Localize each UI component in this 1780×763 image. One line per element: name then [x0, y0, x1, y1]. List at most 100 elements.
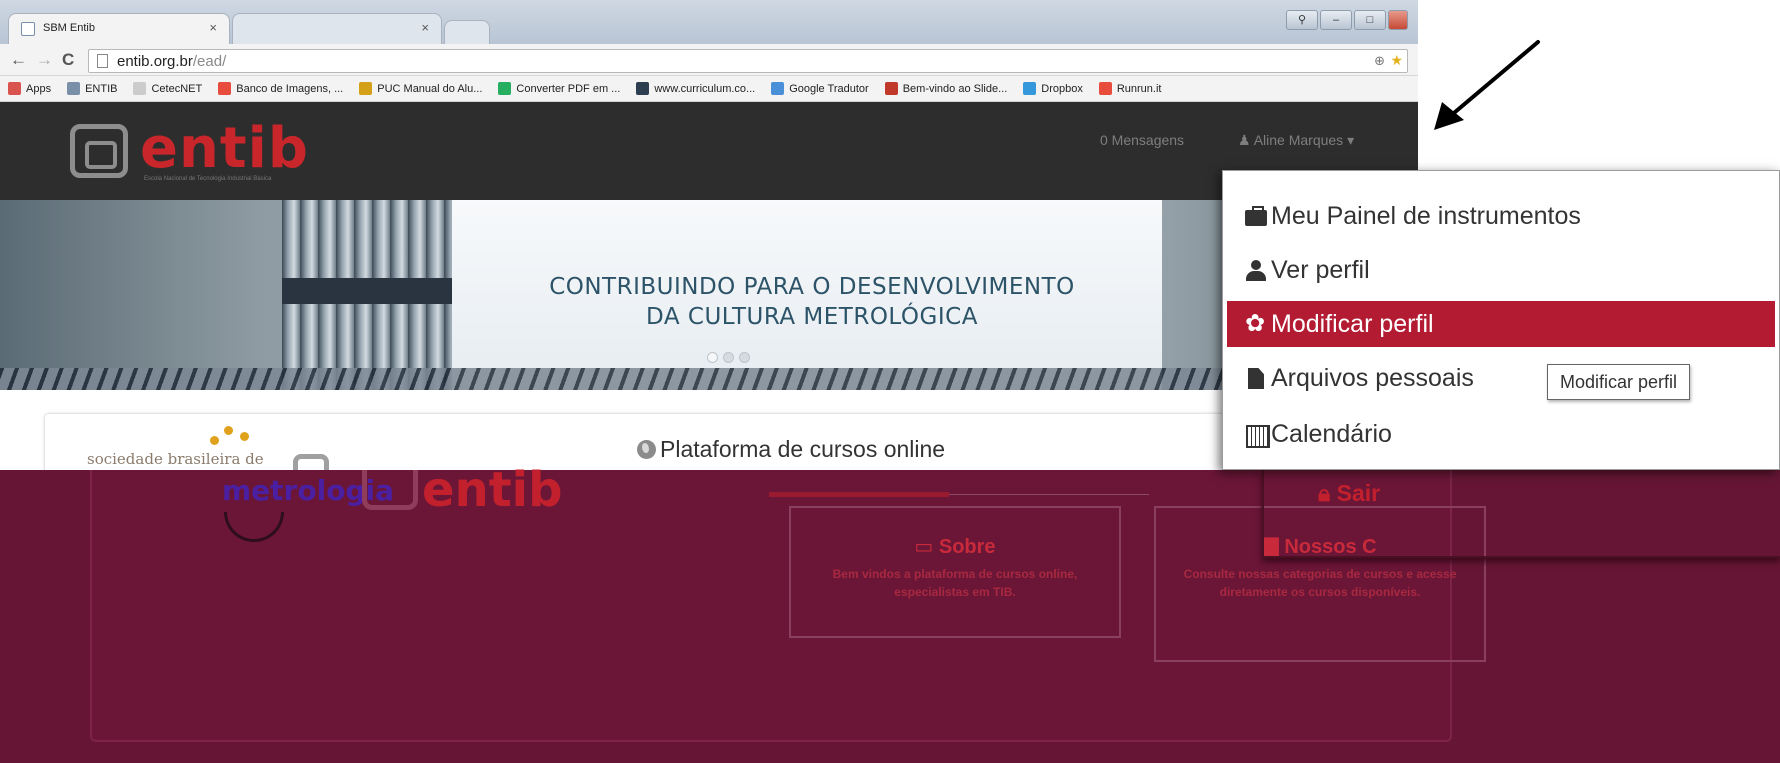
bookmark-favicon-icon [218, 82, 232, 95]
menu-item-calendar[interactable]: Calendário [1227, 411, 1775, 457]
bookmark-label: www.curriculum.co... [654, 82, 756, 95]
bookmark-favicon-icon [884, 82, 898, 95]
new-tab-button[interactable] [444, 20, 490, 44]
file-icon [1245, 368, 1267, 388]
tab-strip: SBM Entib × × ⚲ – □ [0, 0, 1418, 44]
bookmark-item[interactable]: ENTIB [67, 82, 117, 95]
menu-item-label: Modificar perfil [1271, 310, 1434, 338]
url-host: entib.org.br [117, 53, 193, 70]
menu-item-dashboard[interactable]: Meu Painel de instrumentos [1227, 193, 1775, 239]
bookmark-item[interactable]: PUC Manual do Alu... [359, 82, 482, 95]
bookmark-item[interactable]: Converter PDF em ... [498, 82, 620, 95]
bookmark-item[interactable]: Dropbox [1023, 82, 1083, 95]
site-header: entib Escola Nacional de Tecnologia Indu… [0, 102, 1418, 200]
menu-item-label: Calendário [1271, 420, 1392, 448]
minimize-button[interactable]: – [1320, 10, 1352, 30]
entib-logo-text: entib [140, 116, 309, 181]
user-icon: ♟ [1238, 132, 1251, 148]
briefcase-icon [1245, 206, 1267, 226]
bookmark-label: Bem-vindo ao Slide... [902, 82, 1008, 95]
back-arrow-icon[interactable]: ← [10, 50, 27, 70]
panel-entib-logo-mark [362, 470, 418, 510]
bookmark-star-icon[interactable]: ★ [1390, 52, 1403, 69]
bookmark-favicon-icon [8, 82, 21, 95]
caliper-image [282, 200, 452, 390]
about-box[interactable]: ▭ Sobre Bem vindos a plataforma de curso… [789, 506, 1121, 638]
bookmark-item[interactable]: Google Tradutor [771, 82, 869, 95]
entib-logo[interactable]: entib Escola Nacional de Tecnologia Indu… [70, 116, 330, 184]
obscured-lower-area: metrologia entib ▭ Sobre Bem vindos a pl… [0, 462, 1780, 763]
annotation-arrow [1434, 40, 1540, 130]
monitor-icon: ▭ [914, 536, 939, 558]
close-window-button[interactable] [1388, 10, 1408, 30]
bookmark-label: Banco de Imagens, ... [236, 82, 344, 95]
lower-panel: metrologia entib ▭ Sobre Bem vindos a pl… [90, 462, 1486, 742]
about-box-desc: Bem vindos a plataforma de cursos online… [832, 567, 1078, 599]
platform-title-text: Plataforma de cursos online [660, 436, 946, 462]
tab-close-icon[interactable]: × [209, 20, 217, 35]
bookmark-item[interactable]: www.curriculum.co... [636, 82, 755, 95]
entib-logo-tagline: Escola Nacional de Tecnologia Industrial… [144, 176, 272, 182]
bookmark-favicon-icon [67, 82, 81, 95]
platform-title: Plataforma de cursos online [637, 436, 945, 463]
url-path: /ead/ [192, 53, 227, 70]
bookmark-label: Runrun.it [1116, 82, 1162, 95]
menu-item-edit-profile[interactable]: ✿ Modificar perfil [1227, 301, 1775, 347]
bookmark-favicon-icon [771, 82, 785, 95]
caret-down-icon: ▾ [1347, 132, 1355, 148]
address-bar[interactable]: entib.org.br/ead/ ⊕ ★ [88, 49, 1408, 73]
tab-second[interactable]: × [232, 13, 442, 44]
forward-arrow-icon[interactable]: → [36, 50, 53, 70]
bookmark-label: Converter PDF em ... [516, 82, 621, 95]
bookmark-item[interactable]: Runrun.it [1098, 82, 1162, 95]
page-icon [97, 54, 108, 68]
maximize-button[interactable]: □ [1354, 10, 1386, 30]
bookmark-item[interactable]: Banco de Imagens, ... [218, 82, 343, 95]
calendar-icon [1245, 424, 1270, 448]
hero-title-line1: CONTRIBUINDO PARA O DESENVOLVIMENTO [549, 274, 1075, 300]
courses-box-desc: Consulte nossas categorias de cursos e a… [1183, 567, 1457, 599]
menu-item-personal-files[interactable]: Arquivos pessoais [1227, 355, 1775, 401]
browser-toolbar: ← → C entib.org.br/ead/ ⊕ ★ [0, 44, 1418, 76]
zoom-icon[interactable]: ⊕ [1374, 53, 1385, 69]
user-menu-toggle[interactable]: ♟ Aline Marques ▾ [1238, 132, 1354, 149]
hero-slide: CONTRIBUINDO PARA O DESENVOLVIMENTO DA C… [282, 200, 1162, 390]
bookmark-label: Google Tradutor [789, 82, 869, 95]
bookmark-favicon-icon [359, 82, 373, 95]
logout-item[interactable]: 🔒︎ Sair [1318, 480, 1380, 507]
title-underline [769, 492, 949, 497]
reload-icon[interactable]: C [62, 50, 74, 70]
messages-link[interactable]: 0 Mensagens [1100, 132, 1184, 148]
lock-icon: 🔒︎ [1318, 480, 1337, 506]
bookmark-favicon-icon [1023, 82, 1037, 95]
bookmark-favicon-icon [498, 82, 512, 95]
bookmark-favicon-icon [133, 82, 147, 95]
sbm-logo-swirl [224, 512, 284, 542]
tab-close-icon[interactable]: × [421, 20, 429, 35]
bookmark-item[interactable]: Bem-vindo ao Slide... [884, 82, 1008, 95]
bookmark-favicon-icon [636, 82, 650, 95]
menu-item-label: Meu Painel de instrumentos [1271, 202, 1581, 230]
hero-stripe [0, 368, 1418, 390]
bookmark-label: PUC Manual do Alu... [377, 82, 483, 95]
hero-title: CONTRIBUINDO PARA O DESENVOLVIMENTO DA C… [477, 272, 1147, 332]
bookmark-favicon-icon [1098, 82, 1112, 95]
carousel-dot[interactable] [739, 352, 750, 363]
carousel-dot[interactable] [723, 352, 734, 363]
menu-item-label: Ver perfil [1271, 256, 1370, 284]
bookmark-item[interactable]: CetecNET [133, 82, 202, 95]
menu-item-view-profile[interactable]: Ver perfil [1227, 247, 1775, 293]
menu-item-label: Arquivos pessoais [1271, 364, 1474, 392]
bookmark-label: CetecNET [151, 82, 203, 95]
content-panel: sociedade brasileira de Plataforma de cu… [45, 414, 1335, 470]
tab-sbm-entib[interactable]: SBM Entib × [8, 13, 230, 44]
user-icon [1245, 260, 1267, 281]
window-user-icon[interactable]: ⚲ [1286, 10, 1318, 30]
panel-entib-logo: entib [422, 462, 563, 518]
about-box-title: ▭ Sobre [914, 536, 996, 558]
url-text[interactable]: entib.org.br/ead/ [117, 53, 226, 70]
tooltip: Modificar perfil [1547, 364, 1691, 400]
carousel-dot[interactable] [707, 352, 718, 363]
gear-icon: ✿ [1245, 310, 1266, 337]
bookmark-item[interactable]: Apps [8, 82, 51, 95]
